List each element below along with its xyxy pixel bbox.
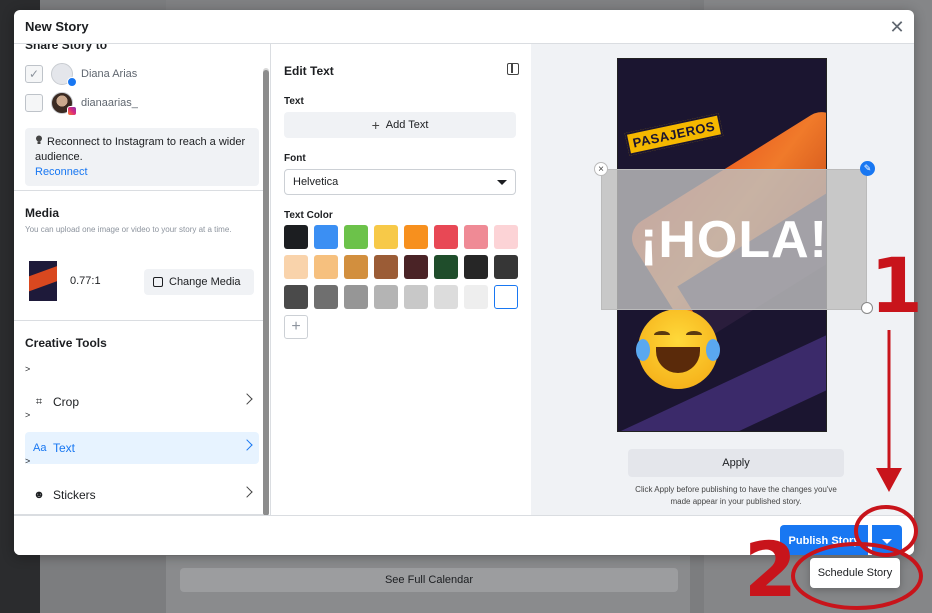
lightbulb-icon (36, 135, 42, 144)
avatar (51, 63, 77, 87)
text-icon: Aa (33, 442, 47, 454)
color-swatch[interactable] (434, 225, 458, 249)
annotation-step-1: 1 (870, 241, 923, 330)
color-swatch[interactable] (434, 285, 458, 309)
creative-tools-title: Creative Tools (25, 336, 107, 350)
color-swatch[interactable] (464, 255, 488, 279)
panel-toggle-icon[interactable] (507, 63, 519, 75)
color-swatch[interactable] (404, 255, 428, 279)
account-name: dianaarias_ (81, 97, 138, 109)
color-swatch[interactable] (284, 285, 308, 309)
color-swatch[interactable] (494, 285, 518, 309)
color-swatch[interactable] (284, 225, 308, 249)
remove-text-icon[interactable]: × (594, 162, 608, 176)
tool-caret: > (25, 410, 31, 420)
reconnect-notice: Reconnect to Instagram to reach a wider … (25, 128, 259, 186)
reconnect-link[interactable]: Reconnect (35, 166, 88, 178)
color-swatch[interactable] (374, 255, 398, 279)
color-swatch[interactable] (404, 285, 428, 309)
media-ratio: 0.77:1 (70, 275, 101, 287)
chevron-right-icon (241, 393, 253, 405)
color-swatch[interactable] (434, 255, 458, 279)
chevron-down-icon (497, 179, 507, 185)
image-icon (153, 277, 163, 287)
color-swatch[interactable] (374, 225, 398, 249)
apply-note: Click Apply before publishing to have th… (635, 485, 837, 506)
add-color-button[interactable]: + (284, 315, 308, 339)
tool-caret: > (25, 364, 31, 374)
annotation-step-2: 2 (744, 525, 797, 613)
account-checkbox[interactable]: ✓ (25, 65, 43, 83)
font-value: Helvetica (293, 176, 339, 188)
text-label: Text (284, 96, 304, 107)
chevron-right-icon (241, 439, 253, 451)
tool-caret: > (25, 456, 31, 466)
divider (14, 190, 263, 191)
color-swatch[interactable] (374, 285, 398, 309)
color-swatch[interactable] (464, 285, 488, 309)
change-media-label: Change Media (169, 276, 241, 288)
brand-logo: PASAJEROS (624, 113, 724, 156)
color-swatch[interactable] (404, 225, 428, 249)
color-swatch[interactable] (314, 285, 338, 309)
tool-label: Text (53, 441, 76, 455)
color-swatch[interactable] (314, 225, 338, 249)
apply-button[interactable]: Apply (628, 449, 844, 477)
edit-text-panel: Edit Text Text + Add Text Font Helvetica… (272, 44, 530, 515)
add-text-label: Add Text (385, 119, 429, 131)
add-text-button[interactable]: + Add Text (284, 112, 516, 138)
overlay-text: ¡HOLA! (640, 210, 828, 269)
change-media-button[interactable]: Change Media (144, 269, 254, 295)
tool-crop[interactable]: ⌗ Crop (25, 386, 259, 418)
share-heading: Share Story to (25, 44, 108, 52)
text-color-label: Text Color (284, 210, 333, 221)
tool-stickers[interactable]: ☻ Stickers (25, 479, 259, 511)
schedule-story-option[interactable]: Schedule Story (810, 558, 900, 588)
text-overlay-box[interactable]: ¡HOLA! (601, 169, 867, 310)
modal-header: New Story ✕ (14, 10, 914, 44)
tool-text[interactable]: Aa Text (25, 432, 259, 464)
color-swatch[interactable] (344, 255, 368, 279)
laughing-emoji-sticker[interactable] (636, 309, 720, 389)
color-swatch[interactable] (494, 225, 518, 249)
font-label: Font (284, 153, 306, 164)
account-row-facebook[interactable]: ✓ Diana Arias (25, 63, 138, 87)
avatar (51, 92, 77, 116)
media-hint: You can upload one image or video to you… (25, 225, 232, 234)
new-story-modal: New Story ✕ Share Story to ✓ Diana Arias… (14, 10, 914, 555)
sticker-icon: ☻ (33, 489, 45, 501)
tool-label: Stickers (53, 488, 96, 502)
close-icon[interactable]: ✕ (888, 17, 906, 37)
account-row-instagram[interactable]: dianaarias_ (25, 92, 138, 116)
plus-icon: + (371, 117, 380, 133)
color-swatch[interactable] (494, 255, 518, 279)
color-swatch[interactable] (344, 285, 368, 309)
edit-text-title: Edit Text (284, 64, 334, 78)
divider (14, 320, 263, 321)
facebook-icon (67, 77, 77, 87)
crop-icon: ⌗ (35, 395, 43, 408)
story-preview-panel: PASAJEROS ¡HOLA! × ✎ Apply Click Apply b… (531, 44, 914, 515)
tool-label: Crop (53, 395, 80, 409)
media-thumbnail (29, 261, 57, 301)
reconnect-message: Reconnect to Instagram to reach a wider … (35, 136, 246, 163)
account-checkbox[interactable] (25, 94, 43, 112)
color-swatch[interactable] (464, 225, 488, 249)
modal-title: New Story (25, 19, 89, 34)
publish-options-dropdown[interactable] (872, 525, 902, 555)
color-swatch[interactable] (344, 225, 368, 249)
left-panel: Share Story to ✓ Diana Arias dianaarias_… (14, 44, 271, 515)
chevron-right-icon (241, 486, 253, 498)
font-select[interactable]: Helvetica (284, 169, 516, 195)
media-title: Media (25, 206, 60, 220)
edit-pencil-icon[interactable]: ✎ (860, 161, 875, 176)
account-name: Diana Arias (81, 68, 138, 80)
instagram-icon (67, 106, 77, 116)
color-swatch[interactable] (284, 255, 308, 279)
chevron-down-icon (882, 538, 892, 544)
color-swatch[interactable] (314, 255, 338, 279)
left-panel-scrollbar[interactable] (263, 70, 269, 516)
see-full-calendar-button[interactable]: See Full Calendar (180, 568, 678, 592)
